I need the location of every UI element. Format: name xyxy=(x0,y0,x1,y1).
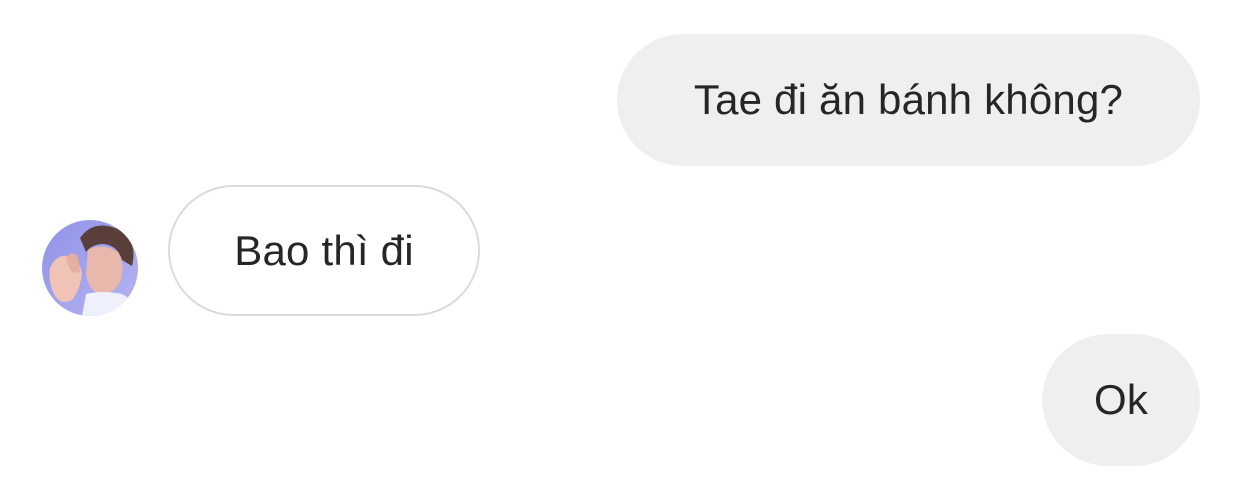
outgoing-message-bubble[interactable]: Ok xyxy=(1042,334,1200,466)
avatar-photo xyxy=(42,220,138,316)
avatar[interactable] xyxy=(42,220,138,316)
incoming-message-bubble[interactable]: Bao thì đi xyxy=(168,185,480,316)
outgoing-message-bubble[interactable]: Tae đi ăn bánh không? xyxy=(617,34,1200,166)
